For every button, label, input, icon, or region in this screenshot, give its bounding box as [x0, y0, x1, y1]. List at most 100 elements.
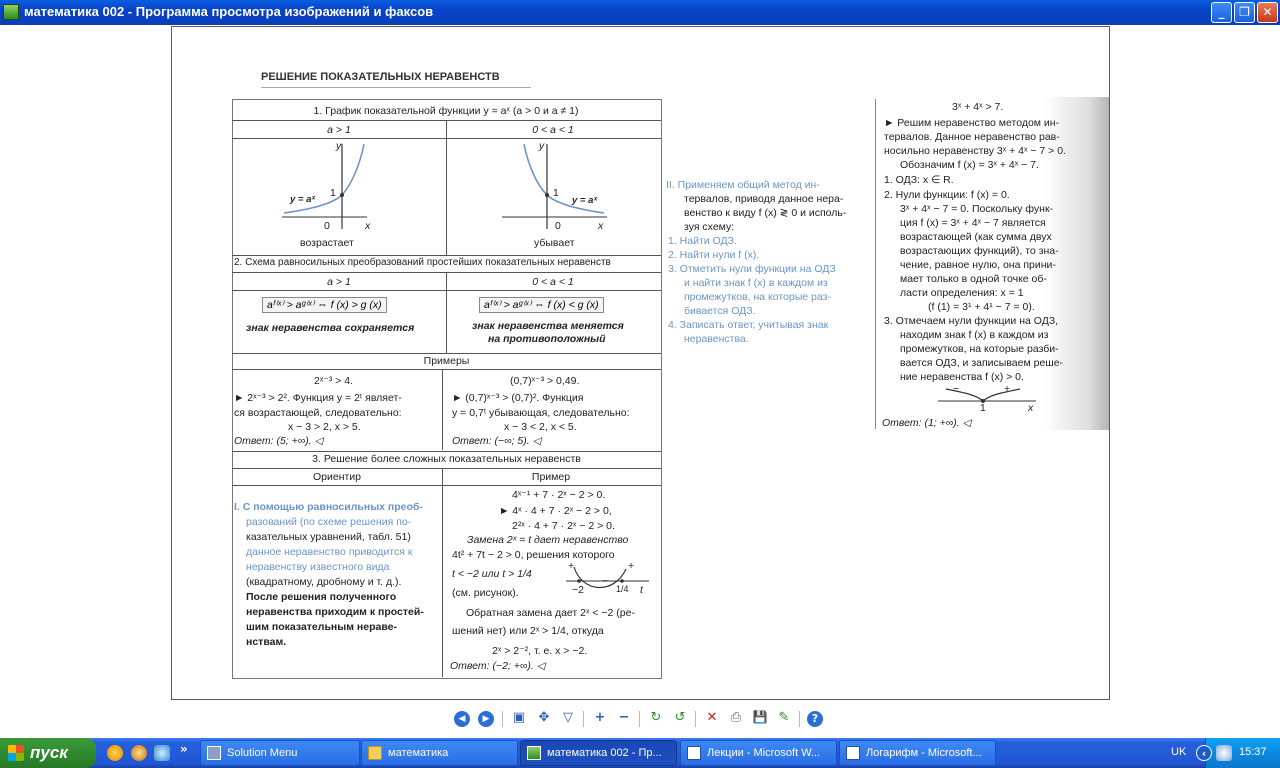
task-image-viewer[interactable]: математика 002 - Пр... [520, 740, 677, 766]
quicklaunch-app-icon[interactable] [131, 745, 147, 761]
ex1-answer: Ответ: (5; +∞). ◁ [234, 435, 323, 447]
pr-l6: t < −2 или t > 1/4 [452, 568, 532, 580]
r-l16: 3. Отмечаем нули функции на ОДЗ, [884, 315, 1059, 327]
task-matematika-folder[interactable]: математика [361, 740, 518, 766]
or-l3: казательных уравнений, табл. 51) [246, 531, 411, 543]
orient-header: Ориентир [312, 471, 362, 483]
mid-l6: 2. Найти нули f (x). [668, 249, 760, 261]
image-icon [527, 746, 541, 760]
windows-logo-icon [8, 745, 24, 761]
formula-lt: aᶠ⁽ˣ⁾ > aᵍ⁽ˣ⁾ ⇔ f (x) < g (x) [479, 297, 604, 313]
g2-one: 1 [553, 187, 559, 199]
best-fit-button[interactable]: ▣ [510, 710, 528, 728]
r-l11: возрастающих функций), то зна- [900, 245, 1059, 257]
word-icon [846, 746, 860, 760]
previous-image-button[interactable]: ◀ [454, 711, 470, 727]
q-plus2: + [628, 560, 635, 572]
formula-gt: aᶠ⁽ˣ⁾ > aᵍ⁽ˣ⁾ ⇔ f (x) > g (x) [262, 297, 387, 313]
quicklaunch-aim-icon[interactable] [107, 745, 123, 761]
r-l1: 3ˣ + 4ˣ > 7. [952, 101, 1004, 113]
help-button[interactable]: ? [807, 711, 823, 727]
image-viewer: РЕШЕНИЕ ПОКАЗАТЕЛЬНЫХ НЕРАВЕНСТВ 1. Граф… [0, 25, 1280, 738]
r-l7: 2. Нули функции: f (x) = 0. [884, 189, 1010, 201]
edit-button[interactable]: ✎ [775, 710, 793, 728]
r-one: 1 [980, 402, 986, 414]
col-a-gt1: a > 1 [327, 124, 351, 136]
system-tray: ‹ 15:37 [1196, 738, 1280, 768]
r-answer: Ответ: (1; +∞). ◁ [882, 417, 971, 429]
folder-icon [368, 746, 382, 760]
tray-expand-button[interactable]: ‹ [1196, 745, 1212, 761]
ex1-l2: ► 2ˣ⁻³ > 2². Функция y = 2ᵗ являет- [234, 392, 402, 404]
g2-fn: y = aˣ [572, 195, 598, 206]
r-x: x [1028, 402, 1034, 414]
q-m2: −2 [572, 584, 584, 596]
mid-l8: и найти знак f (x) в каждом из [684, 277, 828, 289]
start-button[interactable]: пуск [0, 738, 96, 768]
zoom-in-button[interactable]: + [591, 710, 609, 728]
decreases-label: убывает [534, 237, 575, 249]
section2-title: 2. Схема равносильных преобразований про… [234, 257, 611, 268]
app-icon[interactable] [3, 4, 19, 20]
g1-y: y [336, 140, 342, 152]
ex1-l4: x − 3 > 2, x > 5. [288, 421, 361, 433]
rotate-clockwise-button[interactable]: ↻ [647, 710, 665, 728]
ex2-l2: ► (0,7)ˣ⁻³ > (0,7)². Функция [452, 392, 584, 404]
r-l19: вается ОДЗ, и записываем реше- [900, 357, 1064, 369]
next-image-button[interactable]: ▶ [478, 711, 494, 727]
g2-zero: 0 [555, 220, 561, 232]
graph-increasing [282, 143, 367, 229]
slideshow-button[interactable]: ▽ [559, 710, 577, 728]
section1-title: 1. График показательной функции y = aˣ (… [313, 105, 579, 117]
r-l14: ласти определения: x = 1 [900, 287, 1024, 299]
task-solution-menu[interactable]: Solution Menu [200, 740, 360, 766]
zoom-out-button[interactable]: − [615, 710, 633, 728]
mid-l2: тервалов, приводя данное нера- [684, 193, 844, 205]
or-l10: нствам. [246, 636, 287, 648]
or-l6: (квадратному, дробному и т. д.). [246, 576, 402, 588]
language-indicator[interactable]: UK [1171, 746, 1186, 758]
quicklaunch-more-button[interactable]: » [180, 742, 188, 756]
or-l4: данное неравенство приводится к [246, 546, 413, 558]
save-button[interactable]: 💾 [751, 710, 769, 728]
sign-change-2: на противоположный [488, 333, 606, 345]
quicklaunch-network-icon[interactable] [154, 745, 170, 761]
actual-size-button[interactable]: ✥ [535, 710, 553, 728]
delete-button[interactable]: ✕ [703, 710, 721, 728]
maximize-button[interactable]: ❐ [1234, 2, 1255, 23]
ex2-l4: x − 3 < 2, x < 5. [504, 421, 577, 433]
increases-label: возрастает [300, 237, 354, 249]
ex1-l3: ся возрастающей, следовательно: [234, 407, 402, 419]
rotate-counterclockwise-button[interactable]: ↺ [671, 710, 689, 728]
col-a-lt1: 0 < a < 1 [532, 124, 574, 136]
graph-decreasing [502, 143, 607, 229]
ex1-l1: 2ˣ⁻³ > 4. [314, 375, 354, 387]
g1-fn: y = aˣ [290, 194, 316, 205]
page-edge-shadow [1044, 97, 1109, 430]
close-button[interactable]: ✕ [1257, 2, 1278, 23]
taskbar: пуск » Solution Menu математика математи… [0, 738, 1280, 768]
task-word-lectures[interactable]: Лекции - Microsoft W... [680, 740, 837, 766]
pr-l9: шений нет) или 2ˣ > 1/4, откуда [452, 625, 604, 637]
quadratic-sign-diagram [566, 566, 649, 589]
q-frac: 1/4 [616, 584, 629, 594]
mid-l4: зуя схему: [684, 221, 735, 233]
ex2-answer: Ответ: (−∞; 5). ◁ [452, 435, 541, 447]
r-l10: возрастающей (как сумма двух [900, 231, 1052, 243]
mid-l3: венство к виду f (x) ≷ 0 и исполь- [684, 207, 847, 219]
examples-title: Примеры [423, 355, 470, 367]
task-word-logarithm[interactable]: Логарифм - Microsoft... [839, 740, 996, 766]
print-button[interactable]: ⎙ [727, 710, 745, 728]
r-l2: ► Решим неравенство методом ин- [884, 117, 1060, 129]
or-l2: разований (по схеме решения по- [246, 516, 412, 528]
title-bar[interactable]: математика 002 - Программа просмотра изо… [0, 0, 1280, 25]
tray-speaker-icon[interactable] [1216, 745, 1232, 761]
clock[interactable]: 15:37 [1239, 746, 1267, 758]
minimize-button[interactable]: _ [1211, 2, 1232, 23]
scanned-page[interactable]: РЕШЕНИЕ ПОКАЗАТЕЛЬНЫХ НЕРАВЕНСТВ 1. Граф… [171, 26, 1110, 700]
r-l5: Обозначим f (x) = 3ˣ + 4ˣ − 7. [900, 159, 1039, 171]
pr-l7: (см. рисунок). [452, 587, 519, 599]
q-t: t [640, 584, 643, 596]
s2-col-a-lt1: 0 < a < 1 [532, 276, 574, 288]
task-label: Solution Menu [227, 747, 298, 759]
